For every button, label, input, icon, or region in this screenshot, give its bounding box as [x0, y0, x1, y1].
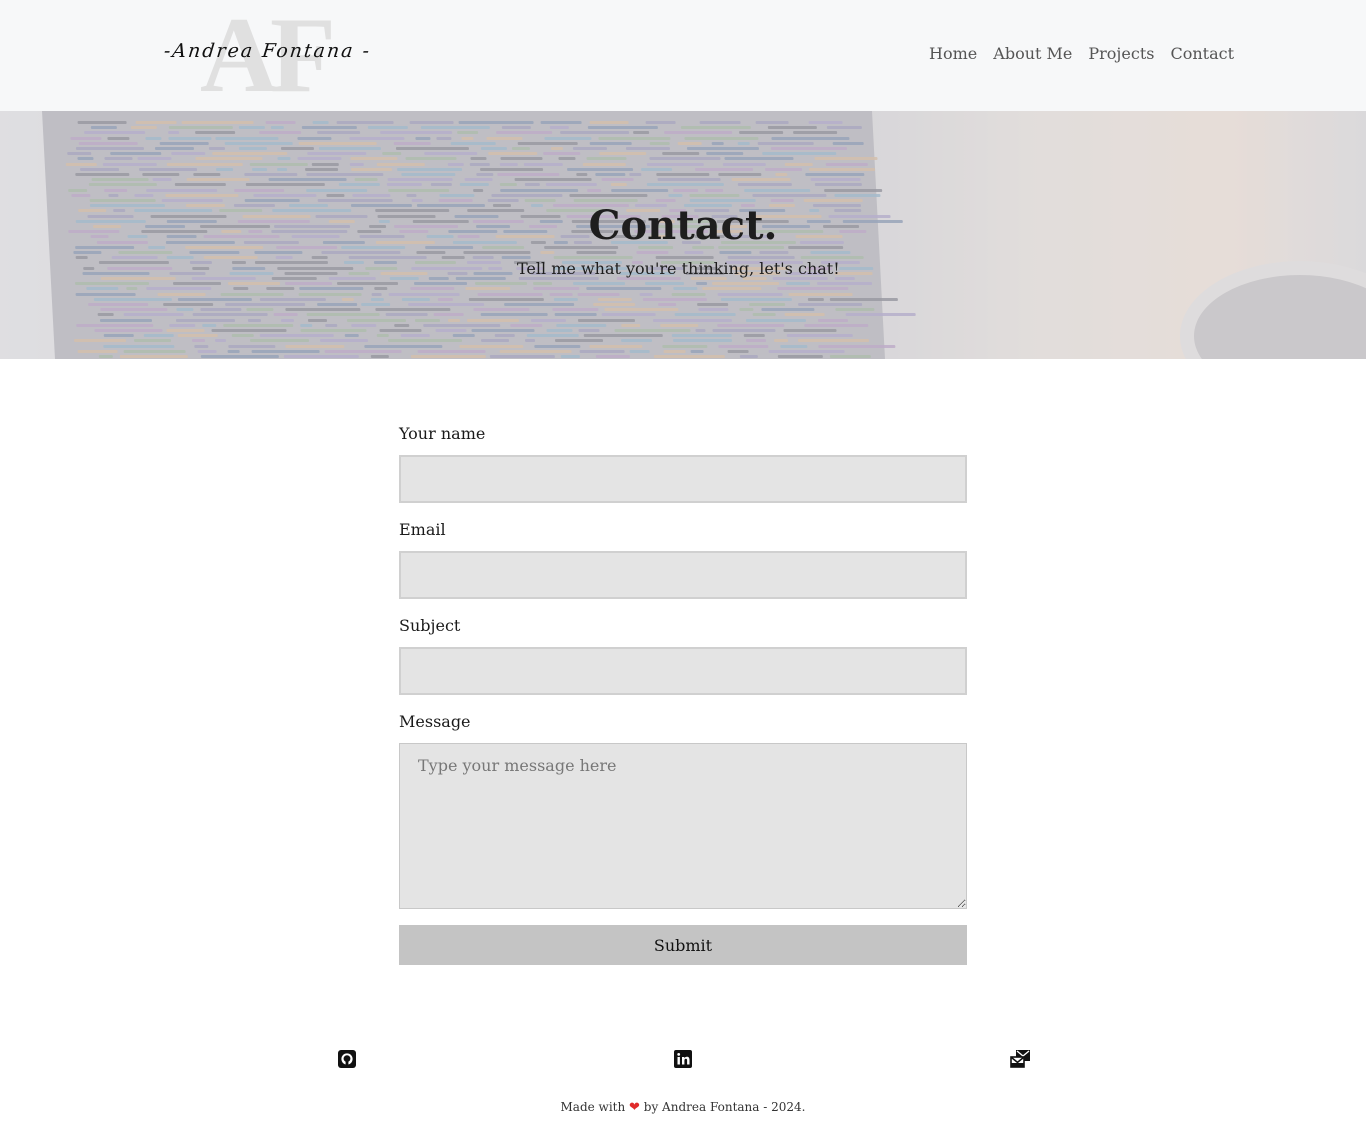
github-icon — [338, 1050, 356, 1068]
github-link[interactable] — [337, 1049, 357, 1069]
nav-projects[interactable]: Projects — [1088, 44, 1154, 63]
mail-icon — [1010, 1050, 1030, 1068]
nav-about-me[interactable]: About Me — [993, 44, 1072, 63]
linkedin-link[interactable] — [673, 1049, 693, 1069]
email-label: Email — [399, 520, 446, 539]
contact-form: Your name Email Subject Message Submit — [399, 424, 967, 965]
message-label: Message — [399, 712, 471, 731]
logo-signature: -Andrea Fontana - — [162, 40, 373, 62]
name-field[interactable] — [399, 455, 967, 503]
hero-banner: Contact. Tell me what you're thinking, l… — [0, 111, 1366, 359]
page-subtitle: Tell me what you're thinking, let's chat… — [517, 259, 840, 278]
name-label: Your name — [399, 424, 486, 443]
footer-author: by Andrea Fontana - 2024. — [643, 1100, 806, 1114]
nav-contact[interactable]: Contact — [1170, 44, 1234, 63]
page-title-text: Contact. — [588, 202, 778, 249]
logo[interactable]: AF -Andrea Fontana - — [160, 2, 390, 110]
subject-field[interactable] — [399, 647, 967, 695]
subject-label: Subject — [399, 616, 461, 635]
footer-credit: Made with ❤ by Andrea Fontana - 2024. — [0, 1100, 1366, 1115]
site-header: AF -Andrea Fontana - Home About Me Proje… — [0, 0, 1366, 111]
footer-made-with: Made with — [560, 1100, 626, 1114]
main-nav: Home About Me Projects Contact — [929, 44, 1234, 63]
message-field[interactable] — [399, 743, 967, 909]
email-field[interactable] — [399, 551, 967, 599]
linkedin-icon — [674, 1050, 692, 1068]
nav-home[interactable]: Home — [929, 44, 977, 63]
page-title: Contact. — [0, 202, 1366, 249]
heart-icon: ❤ — [629, 1100, 640, 1115]
email-link[interactable] — [1010, 1049, 1030, 1069]
submit-button[interactable]: Submit — [399, 925, 967, 965]
